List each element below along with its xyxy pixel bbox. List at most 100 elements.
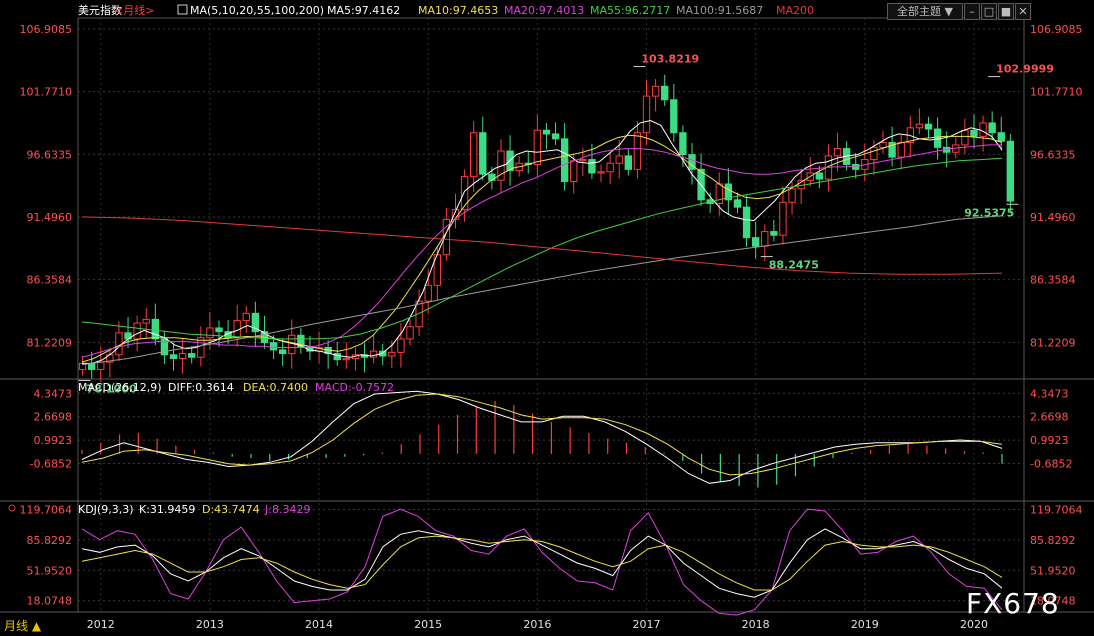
- candle: [242, 312, 250, 322]
- close-icon[interactable]: ✕: [1015, 3, 1031, 20]
- legend-ma10: MA10:97.4653: [418, 4, 498, 17]
- candle: [397, 338, 405, 353]
- candle: [915, 123, 924, 129]
- x-tick-label: 2013: [196, 618, 224, 631]
- y-tick-label: 4.3473: [34, 387, 73, 400]
- y-tick-label: 86.3584: [1030, 274, 1076, 287]
- y-tick-label: 2.6698: [1030, 411, 1069, 424]
- restore-icon[interactable]: □: [981, 3, 997, 20]
- candle: [624, 155, 633, 170]
- maximize-icon[interactable]: ■: [998, 3, 1014, 20]
- legend-icon: [177, 4, 188, 15]
- candle: [751, 237, 760, 247]
- candle: [788, 188, 796, 203]
- candle: [970, 129, 978, 137]
- candle: [406, 326, 414, 340]
- candle: [997, 132, 1005, 142]
- legend-ma100: MA100:91.5687: [676, 4, 763, 17]
- candle: [424, 284, 432, 302]
- theme-select[interactable]: 全部主题 ▼: [887, 3, 963, 20]
- y-tick-label: 81.2209: [27, 336, 73, 349]
- k-line: [81, 528, 1003, 598]
- candle: [151, 318, 160, 340]
- legend-ma20: MA20:97.4013: [504, 4, 584, 17]
- d-line: [81, 535, 1003, 591]
- kdj-legend: KDJ(9,3,3): [78, 503, 134, 516]
- minimize-icon[interactable]: –: [964, 3, 980, 20]
- candle: [615, 155, 623, 164]
- x-tick-label: 2019: [851, 618, 879, 631]
- y-tick-label: 0.9923: [34, 434, 73, 447]
- y-tick-label: 86.3584: [27, 274, 73, 287]
- y-tick-label: 96.6335: [27, 148, 73, 161]
- y-tick-label: 0.9923: [1030, 434, 1069, 447]
- candle: [579, 159, 587, 162]
- candle: [651, 85, 660, 97]
- candle: [342, 357, 351, 361]
- candle: [770, 231, 778, 236]
- candle: [533, 129, 542, 165]
- candle: [288, 334, 296, 355]
- candle: [815, 172, 824, 180]
- candle: [979, 122, 987, 137]
- x-tick-label: 2018: [742, 618, 770, 631]
- kdj-k: K:31.9459: [139, 503, 195, 516]
- candle: [961, 129, 969, 146]
- candle: [388, 351, 396, 357]
- candle: [597, 171, 605, 174]
- kdj-d: D:43.7474: [202, 503, 260, 516]
- candle: [870, 146, 878, 161]
- y-tick-label: 106.9085: [20, 23, 73, 36]
- y-tick-label: 101.7710: [1030, 86, 1083, 99]
- candle: [460, 176, 469, 211]
- candle: [560, 138, 569, 183]
- candle: [661, 85, 669, 101]
- candle: [469, 132, 478, 178]
- kdj-icon: [8, 504, 16, 512]
- ma-line-ma200: [81, 216, 1003, 275]
- candle: [570, 160, 578, 183]
- candle: [924, 123, 933, 130]
- macd-dea: DEA:0.7400: [243, 381, 308, 394]
- chart-canvas[interactable]: 106.9085 106.9085 101.7710 101.7710 96.6335 9…: [0, 0, 1094, 636]
- candle: [679, 132, 687, 156]
- y-tick-label: 18.0748: [27, 595, 73, 608]
- y-tick-label: 106.9085: [1030, 23, 1083, 36]
- watermark: FX678: [966, 587, 1060, 620]
- candle: [188, 353, 196, 358]
- diff-line: [81, 390, 1003, 484]
- y-tick-label: 85.8292: [27, 534, 73, 547]
- chart-window: 106.9085 106.9085 101.7710 101.7710 96.6335 9…: [0, 0, 1094, 636]
- legend-ma200: MA200: [776, 4, 814, 17]
- candle: [169, 354, 178, 359]
- y-tick-label: 91.4960: [27, 211, 73, 224]
- candle: [742, 206, 751, 239]
- candle: [988, 122, 996, 134]
- y-tick-label: 51.9520: [1030, 564, 1076, 577]
- y-tick-label: 51.9520: [27, 564, 73, 577]
- kdj-j: J:8.3429: [264, 503, 310, 516]
- candle: [852, 163, 860, 170]
- candle: [833, 148, 842, 157]
- period-toggle[interactable]: 月线 ▲: [4, 617, 41, 634]
- legend-ma55: MA55:96.2717: [590, 4, 670, 17]
- candle: [633, 132, 642, 170]
- candle: [551, 133, 560, 140]
- candle: [215, 327, 223, 333]
- candle: [779, 201, 787, 236]
- x-tick-label: 2016: [523, 618, 551, 631]
- candle: [879, 141, 887, 148]
- y-tick-label: 81.2209: [1030, 336, 1076, 349]
- candle: [1006, 140, 1015, 202]
- ma-line-ma55: [81, 157, 1003, 340]
- candle: [733, 199, 742, 208]
- candle: [606, 162, 614, 173]
- y-tick-label: -0.6852: [1030, 458, 1072, 471]
- y-tick-label: 119.7064: [1030, 503, 1083, 516]
- chart-frame: [77, 17, 1025, 613]
- y-tick-label: 91.4960: [1030, 211, 1076, 224]
- x-tick-label: 2015: [414, 618, 442, 631]
- theme-select-label: 全部主题: [897, 5, 942, 18]
- x-tick-label: 2014: [305, 618, 333, 631]
- candle: [897, 141, 905, 158]
